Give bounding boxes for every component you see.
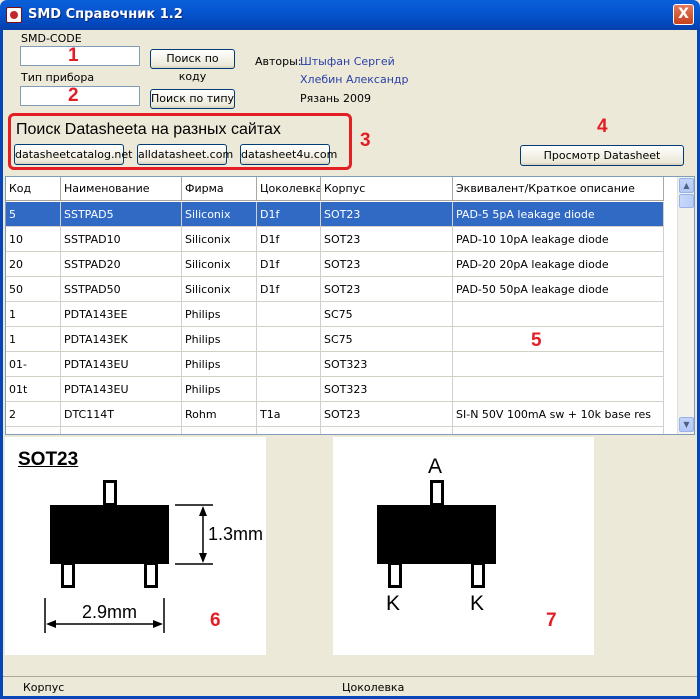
pinout-right-pin xyxy=(471,562,485,588)
package-width-label: 2.9mm xyxy=(82,602,138,622)
status-package: Корпус xyxy=(23,681,65,694)
status-pinout: Цоколевка xyxy=(342,681,405,694)
pinout-top-label: A xyxy=(428,455,443,478)
pinout-left-label: K xyxy=(386,592,401,615)
status-bar: Корпус Цоколевка xyxy=(3,676,697,696)
pinout-left-pin xyxy=(388,562,402,588)
package-height-label: 1.3mm xyxy=(208,524,264,544)
pinout-top-pin xyxy=(430,480,444,506)
annotation-6: 6 xyxy=(210,610,221,631)
annotation-7: 7 xyxy=(546,610,557,631)
pinout-body xyxy=(377,505,496,564)
pinout-right-label: K xyxy=(470,592,485,615)
